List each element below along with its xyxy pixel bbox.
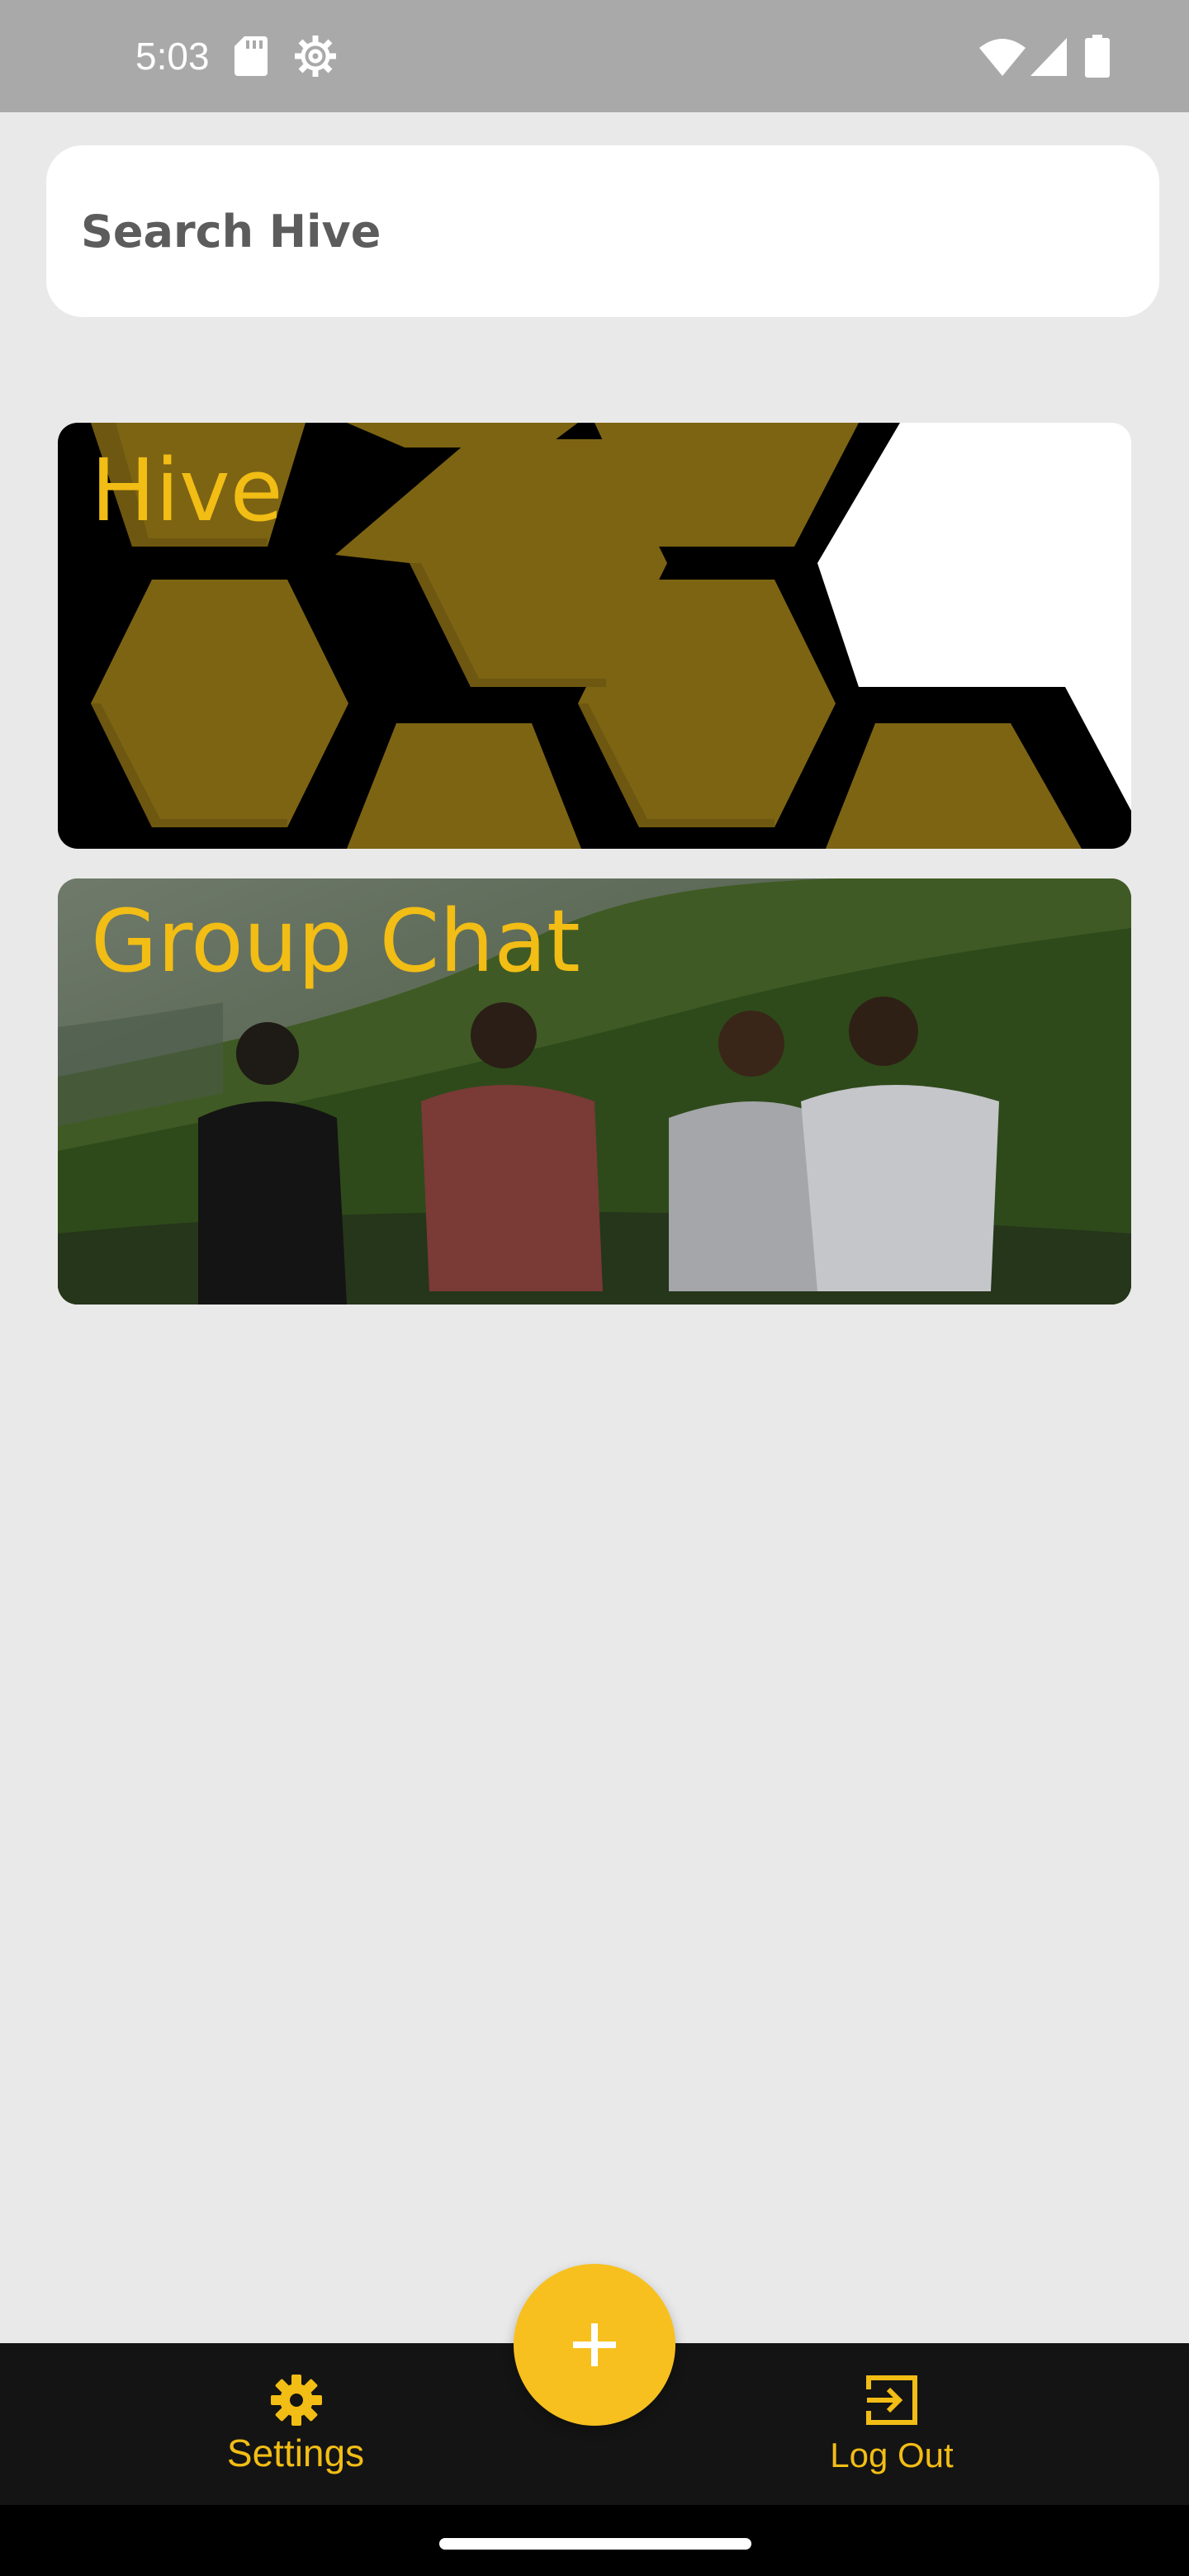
search-box[interactable] (46, 145, 1159, 317)
logout-icon (866, 2375, 917, 2425)
system-navigation-bar (0, 2505, 1189, 2576)
group-chat-card-title: Group Chat (91, 891, 580, 992)
group-chat-card[interactable]: Group Chat (58, 878, 1131, 1305)
hive-card-title: Hive (91, 440, 283, 541)
plus-icon (573, 2323, 616, 2366)
status-time: 5:03 (135, 35, 210, 78)
logout-nav-button[interactable]: Log Out (768, 2343, 1016, 2505)
home-indicator[interactable] (439, 2538, 751, 2550)
sd-card-icon (234, 36, 268, 76)
battery-icon (1085, 35, 1110, 78)
wifi-icon (979, 39, 1026, 76)
add-button[interactable] (514, 2264, 675, 2426)
settings-status-icon (295, 36, 336, 77)
hive-card[interactable]: Hive (58, 423, 1131, 849)
settings-nav-button[interactable]: Settings (172, 2343, 419, 2505)
gear-icon (271, 2375, 322, 2426)
signal-icon (1030, 38, 1067, 76)
logout-nav-label: Log Out (830, 2436, 954, 2474)
settings-nav-label: Settings (226, 2432, 365, 2474)
status-bar: 5:03 (0, 0, 1189, 112)
search-input[interactable] (81, 145, 1121, 317)
